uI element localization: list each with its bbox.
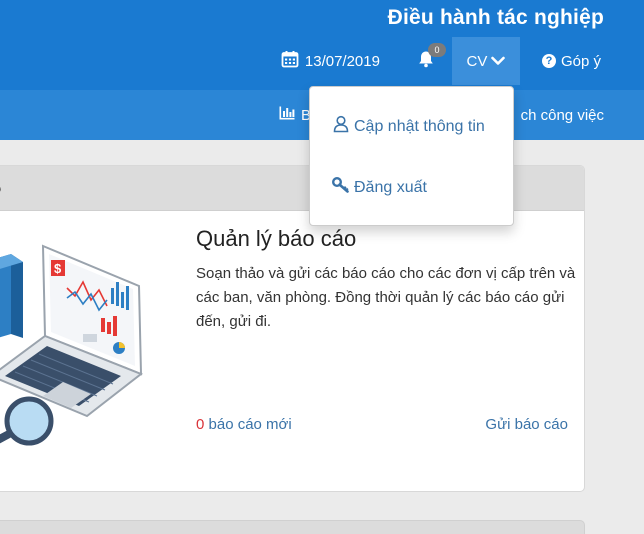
date-display[interactable]: 13/07/2019 [281,50,380,72]
feedback-link[interactable]: ? Góp ý [541,52,601,70]
card-description: Soạn thảo và gửi các báo cáo cho các đơn… [196,265,576,330]
menu-item-update-info[interactable]: Cập nhật thông tin [332,115,485,138]
nav-item-statistics[interactable]: B [279,90,311,140]
calendar-icon [281,50,299,72]
question-circle-icon: ? [541,54,556,68]
send-report-link[interactable]: Gửi báo cáo [485,416,568,433]
feedback-label: Góp ý [560,52,601,70]
notification-button[interactable]: 0 [410,37,446,85]
user-menu-label: CV [466,52,488,70]
svg-text:$: $ [54,261,62,276]
user-menu-toggle[interactable]: CV [451,37,520,85]
top-nav: 13/07/2019 0 CV ? Góp ý [281,37,644,85]
next-card [0,520,585,534]
menu-item-logout[interactable]: Đăng xuất [332,177,427,198]
new-reports-link[interactable]: 0 báo cáo mới [196,416,292,433]
bar-chart-icon [279,106,295,124]
notification-badge: 0 [427,43,446,57]
new-reports-count: 0 [196,416,205,433]
new-reports-label: báo cáo mới [208,416,292,433]
nav-item-task-list[interactable]: ch công việc [521,90,604,140]
card-title: Quản lý báo cáo [196,226,357,251]
report-illustration: $ [0,226,176,461]
nav-item-label: ch công việc [520,106,604,124]
chevron-down-icon [491,53,506,70]
menu-item-label: Cập nhật thông tin [354,117,485,135]
app-title: Điều hành tác nghiệp [387,6,604,29]
key-icon [332,177,350,198]
top-header: Điều hành tác nghiệp 13/07/2019 0 CV ? G… [0,0,644,90]
user-icon [332,115,350,138]
menu-item-label: Đăng xuất [354,178,427,196]
user-dropdown-menu: Cập nhật thông tin Đăng xuất [309,86,514,226]
date-text: 13/07/2019 [304,52,380,70]
